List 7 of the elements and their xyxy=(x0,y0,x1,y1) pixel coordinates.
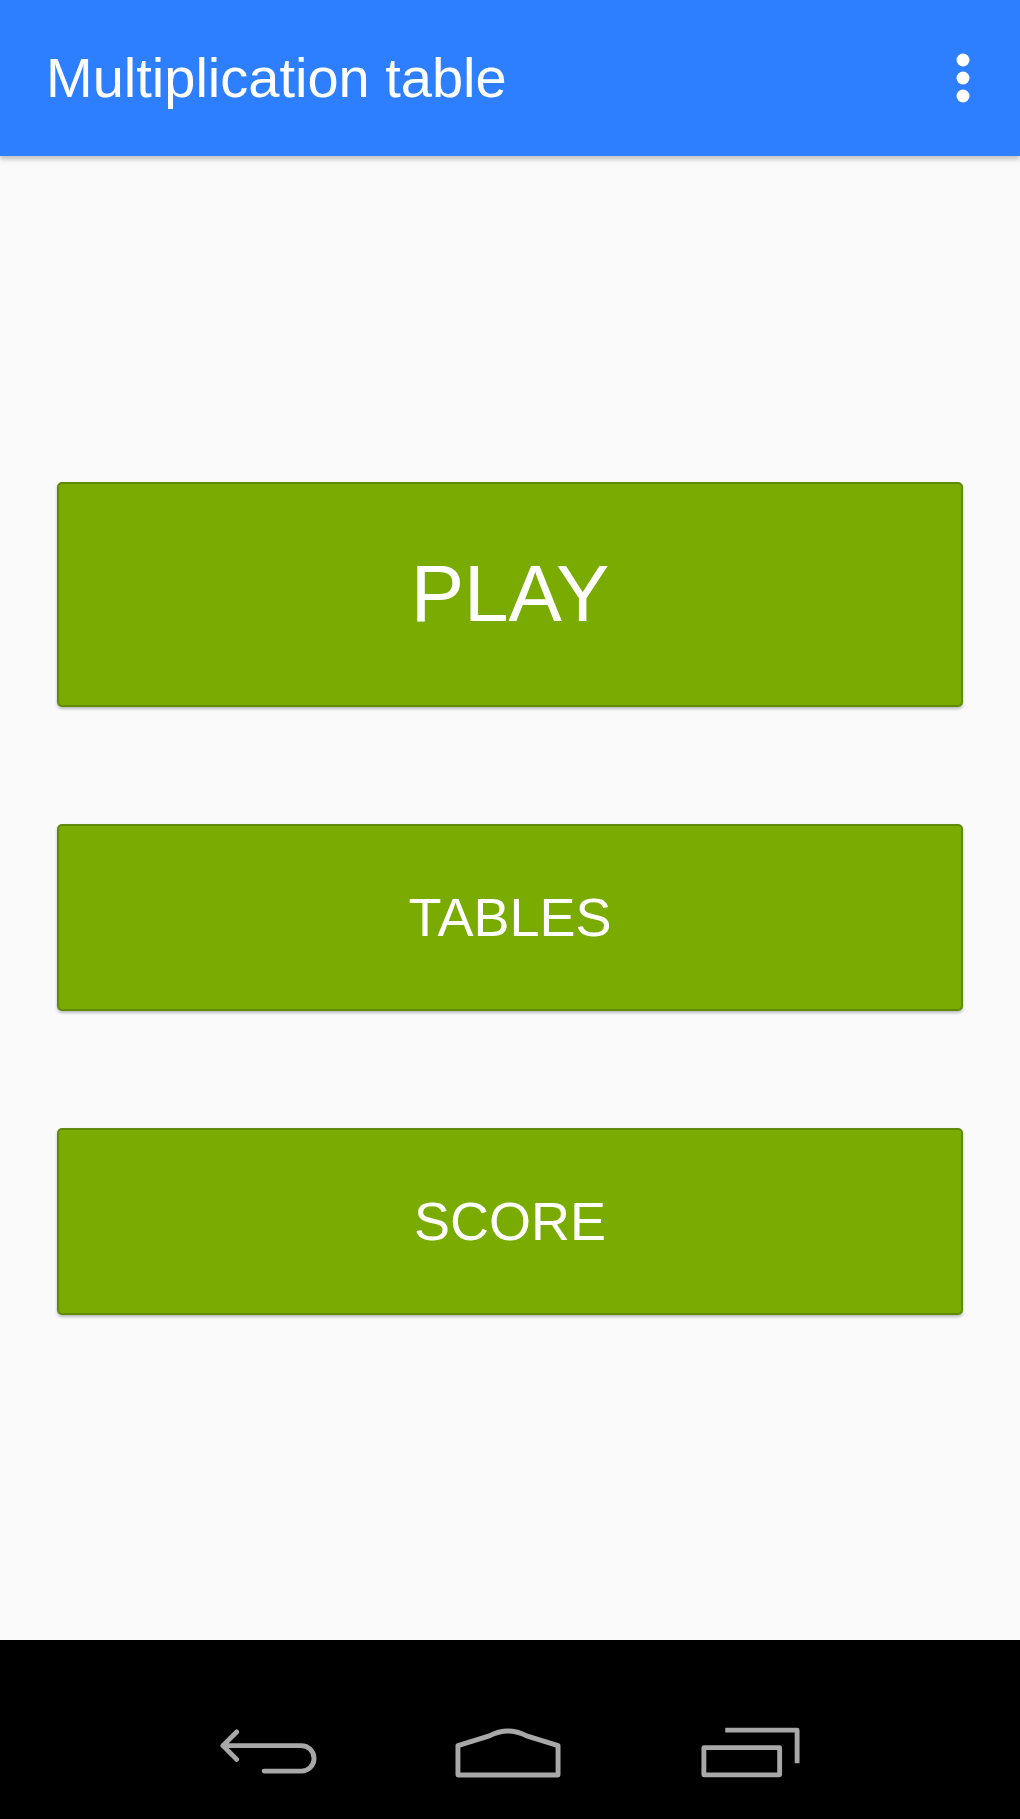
home-icon[interactable] xyxy=(454,1726,563,1779)
recent-apps-icon[interactable] xyxy=(700,1726,802,1779)
app-title: Multiplication table xyxy=(46,45,507,111)
menu-button[interactable]: SCORE xyxy=(57,1127,963,1315)
menu-button[interactable]: TABLES xyxy=(57,823,963,1011)
menu-button[interactable]: PLAY xyxy=(57,481,963,707)
more-options-icon[interactable] xyxy=(956,53,970,103)
